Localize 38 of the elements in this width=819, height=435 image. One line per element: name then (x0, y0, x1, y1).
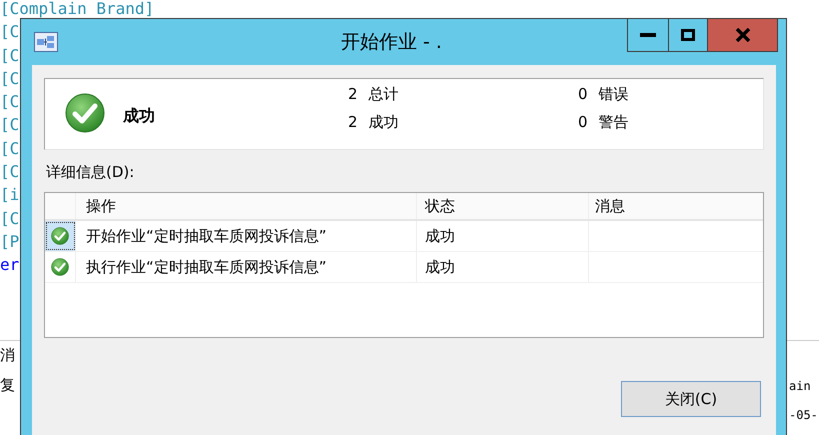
row-icon-cell[interactable] (45, 221, 76, 251)
code-line: [C (0, 91, 20, 114)
panel-text: ain (789, 378, 811, 395)
code-line: [Complain Brand] (0, 0, 154, 20)
code-line: [C (0, 208, 20, 230)
code-line: [C (0, 21, 20, 44)
code-line: [C (0, 114, 20, 136)
column-header: 消息 (594, 196, 626, 217)
code-line: [C (0, 44, 20, 67)
summary-status: 成功 (123, 105, 155, 127)
column-header: 状态 (417, 193, 589, 219)
panel-text: 复 (0, 375, 15, 396)
window-title: 开始作业 - . (341, 30, 442, 55)
table-cell: 执行作业“定时抽取车质网投诉信息” (76, 252, 417, 282)
code-line: [P (0, 230, 20, 253)
count-text: 2 总计 (348, 84, 398, 105)
code-line: [C (0, 68, 20, 90)
table-cell: 成功 (417, 221, 589, 251)
code-line: [C (0, 161, 20, 184)
app-icon (34, 32, 58, 52)
count-text: 0 警告 (578, 112, 628, 133)
count-text: 2 成功 (348, 112, 398, 133)
code-line: er (0, 254, 20, 276)
code-line: [i (0, 184, 20, 206)
minimize-icon (640, 33, 656, 37)
close-button[interactable] (707, 18, 778, 52)
close-icon (734, 28, 750, 42)
code-line: [C (0, 138, 20, 160)
minimize-button[interactable] (627, 18, 669, 52)
panel-text: -05- (789, 407, 818, 424)
maximize-icon (681, 29, 695, 41)
panel-text: 消 (0, 345, 15, 366)
close-dialog-button[interactable]: 关闭(C) (621, 381, 761, 417)
table-cell: 开始作业“定时抽取车质网投诉信息” (76, 221, 417, 251)
table-cell: 成功 (417, 252, 589, 282)
details-label: 详细信息(D): (46, 163, 136, 181)
count-text: 0 错误 (578, 84, 628, 105)
column-header: 操作 (76, 193, 417, 219)
